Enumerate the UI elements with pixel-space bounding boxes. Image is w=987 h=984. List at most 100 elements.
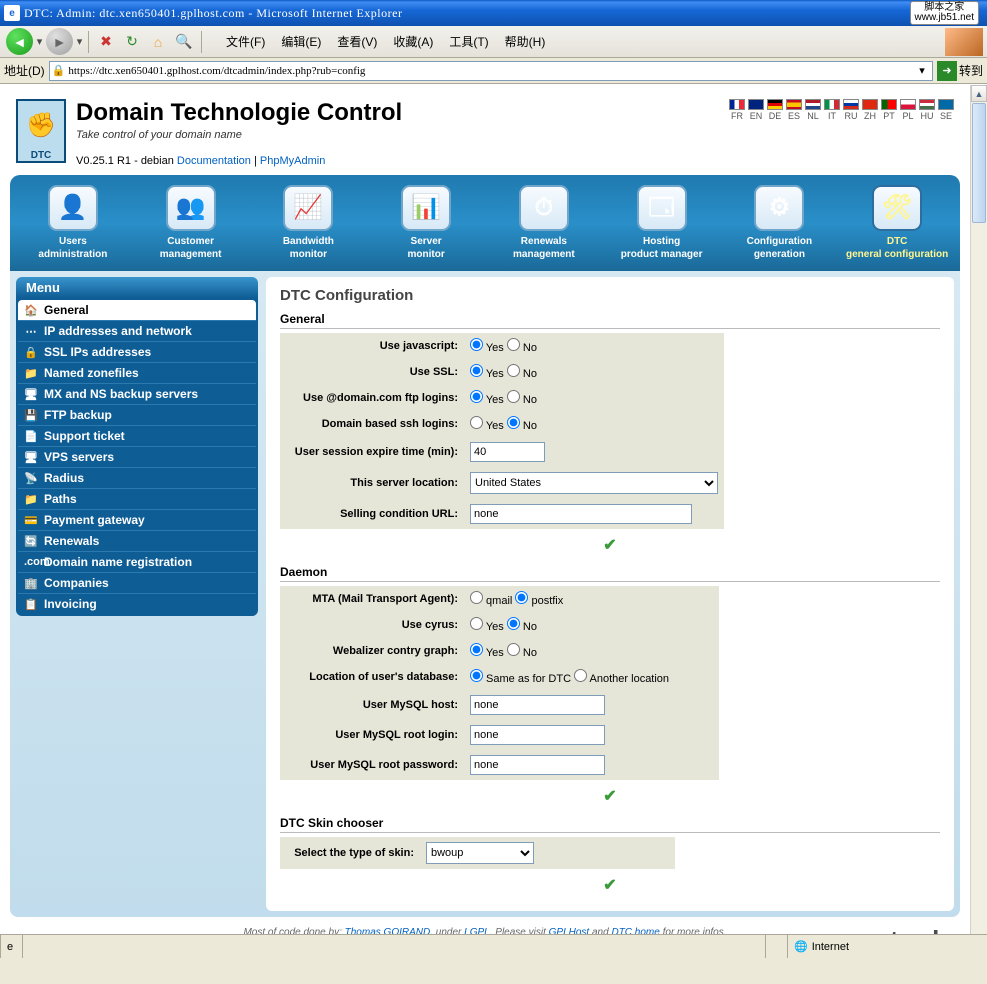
menu-item-ip-addresses-and-network[interactable]: ⋯IP addresses and network (18, 320, 256, 341)
radio-no[interactable]: No (507, 621, 537, 633)
nav-bandwidth-monitor[interactable]: 📈Bandwidthmonitor (250, 181, 368, 271)
nav-label: Hostingproduct manager (605, 236, 719, 261)
address-input[interactable]: 🔒 https://dtc.xen650401.gplhost.com/dtca… (49, 61, 933, 81)
form-value: United States (464, 467, 724, 499)
menu-item-icon: 📡 (24, 472, 38, 485)
radio-option[interactable]: Another location (574, 673, 669, 685)
refresh-icon[interactable]: ↻ (122, 32, 142, 52)
radio-no[interactable]: No (507, 420, 537, 432)
nav-renewals-management[interactable]: ⏱Renewalsmanagement (485, 181, 603, 271)
flag-it[interactable] (824, 99, 840, 110)
radio-yes[interactable]: Yes (470, 368, 504, 380)
radio-no[interactable]: No (507, 342, 537, 354)
menu-item-named-zonefiles[interactable]: 📁Named zonefiles (18, 362, 256, 383)
radio-yes[interactable]: Yes (470, 420, 504, 432)
stop-icon[interactable]: ✖ (96, 32, 116, 52)
nav-users-administration[interactable]: 👤Usersadministration (14, 181, 132, 271)
form-value (464, 437, 724, 467)
radio-yes[interactable]: Yes (470, 394, 504, 406)
nav-customer-management[interactable]: 👥Customermanagement (132, 181, 250, 271)
fwd-dropdown[interactable]: ▾ (75, 35, 84, 48)
flag-es[interactable] (786, 99, 802, 110)
nav-configuration-generation[interactable]: ⚙Configurationgeneration (721, 181, 839, 271)
menu-item-icon: 🏢 (24, 577, 38, 590)
documentation-link[interactable]: Documentation (177, 155, 251, 167)
scroll-thumb[interactable] (972, 103, 986, 223)
home-icon[interactable]: ⌂ (148, 32, 168, 52)
lang-code: IT (824, 111, 840, 121)
search-icon[interactable]: 🔍 (174, 32, 194, 52)
apply-check-icon[interactable]: ✔ (603, 877, 616, 894)
back-button[interactable]: ◄ (6, 28, 33, 55)
radio-no[interactable]: No (507, 394, 537, 406)
select-input[interactable]: bwoup (426, 842, 534, 864)
go-button[interactable]: ➜ (937, 61, 957, 81)
address-dropdown[interactable]: ▾ (914, 64, 930, 77)
scroll-up-arrow[interactable]: ▲ (971, 85, 987, 102)
text-input[interactable] (470, 755, 605, 775)
nav-hosting-product-manager[interactable]: 🗔Hostingproduct manager (603, 181, 721, 271)
menu-item-vps-servers[interactable]: 🖥VPS servers (18, 446, 256, 467)
phpmyadmin-link[interactable]: PhpMyAdmin (260, 155, 325, 167)
text-input[interactable] (470, 695, 605, 715)
nav-icon: 👥 (166, 185, 216, 231)
ie-menu-item[interactable]: 查看(V) (329, 30, 385, 53)
menu-item-general[interactable]: 🏠General (18, 300, 256, 320)
text-input[interactable] (470, 442, 545, 462)
section-general: General (280, 312, 940, 329)
text-input[interactable] (470, 504, 692, 524)
menu-item-invoicing[interactable]: 📋Invoicing (18, 593, 256, 614)
text-input[interactable] (470, 725, 605, 745)
flag-ru[interactable] (843, 99, 859, 110)
flag-se[interactable] (938, 99, 954, 110)
radio-no[interactable]: No (507, 368, 537, 380)
ie-menu-item[interactable]: 帮助(H) (497, 30, 554, 53)
flag-zh[interactable] (862, 99, 878, 110)
vertical-scrollbar[interactable]: ▲ ▼ (970, 85, 987, 958)
menu-item-paths[interactable]: 📁Paths (18, 488, 256, 509)
flag-pl[interactable] (900, 99, 916, 110)
menu-item-ftp-backup[interactable]: 💾FTP backup (18, 404, 256, 425)
form-value: bwoup (420, 837, 675, 869)
go-label: 转到 (959, 62, 983, 79)
back-dropdown[interactable]: ▾ (35, 35, 44, 48)
apply-check-icon[interactable]: ✔ (603, 788, 616, 805)
nav-label: Bandwidthmonitor (252, 236, 366, 261)
form-label: User MySQL root password: (280, 750, 464, 780)
menu-item-companies[interactable]: 🏢Companies (18, 572, 256, 593)
menu-item-ssl-ips-addresses[interactable]: 🔒SSL IPs addresses (18, 341, 256, 362)
apply-check-icon[interactable]: ✔ (603, 537, 616, 554)
nav-server-monitor[interactable]: 📊Servermonitor (367, 181, 485, 271)
menu-item-renewals[interactable]: 🔄Renewals (18, 530, 256, 551)
flag-nl[interactable] (805, 99, 821, 110)
flag-fr[interactable] (729, 99, 745, 110)
ie-menu-item[interactable]: 编辑(E) (273, 30, 329, 53)
radio-yes[interactable]: Yes (470, 621, 504, 633)
ie-menu-item[interactable]: 收藏(A) (385, 30, 441, 53)
menu-item-radius[interactable]: 📡Radius (18, 467, 256, 488)
form-row: Selling condition URL: (280, 499, 724, 529)
nav-dtc-general-configuration[interactable]: 🛠DTCgeneral configuration (838, 181, 956, 271)
radio-option[interactable]: postfix (515, 595, 563, 607)
radio-option[interactable]: qmail (470, 595, 512, 607)
menu-item-payment-gateway[interactable]: 💳Payment gateway (18, 509, 256, 530)
scroll-track[interactable] (971, 224, 987, 941)
ie-menu-item[interactable]: 工具(T) (441, 30, 496, 53)
radio-option[interactable]: Same as for DTC (470, 673, 571, 685)
select-input[interactable]: United States (470, 472, 718, 494)
form-value: Yes No (464, 385, 724, 411)
menu-item-mx-and-ns-backup-servers[interactable]: 🖥MX and NS backup servers (18, 383, 256, 404)
form-row: Use SSL: Yes No (280, 359, 724, 385)
flag-de[interactable] (767, 99, 783, 110)
radio-yes[interactable]: Yes (470, 342, 504, 354)
flag-en[interactable] (748, 99, 764, 110)
menu-item-label: Named zonefiles (44, 366, 139, 380)
menu-item-support-ticket[interactable]: 📄Support ticket (18, 425, 256, 446)
ie-menu-item[interactable]: 文件(F) (218, 30, 273, 53)
menu-item-domain-name-registration[interactable]: .comDomain name registration (18, 551, 256, 572)
form-label: Use SSL: (280, 359, 464, 385)
radio-yes[interactable]: Yes (470, 647, 504, 659)
flag-pt[interactable] (881, 99, 897, 110)
flag-hu[interactable] (919, 99, 935, 110)
radio-no[interactable]: No (507, 647, 537, 659)
